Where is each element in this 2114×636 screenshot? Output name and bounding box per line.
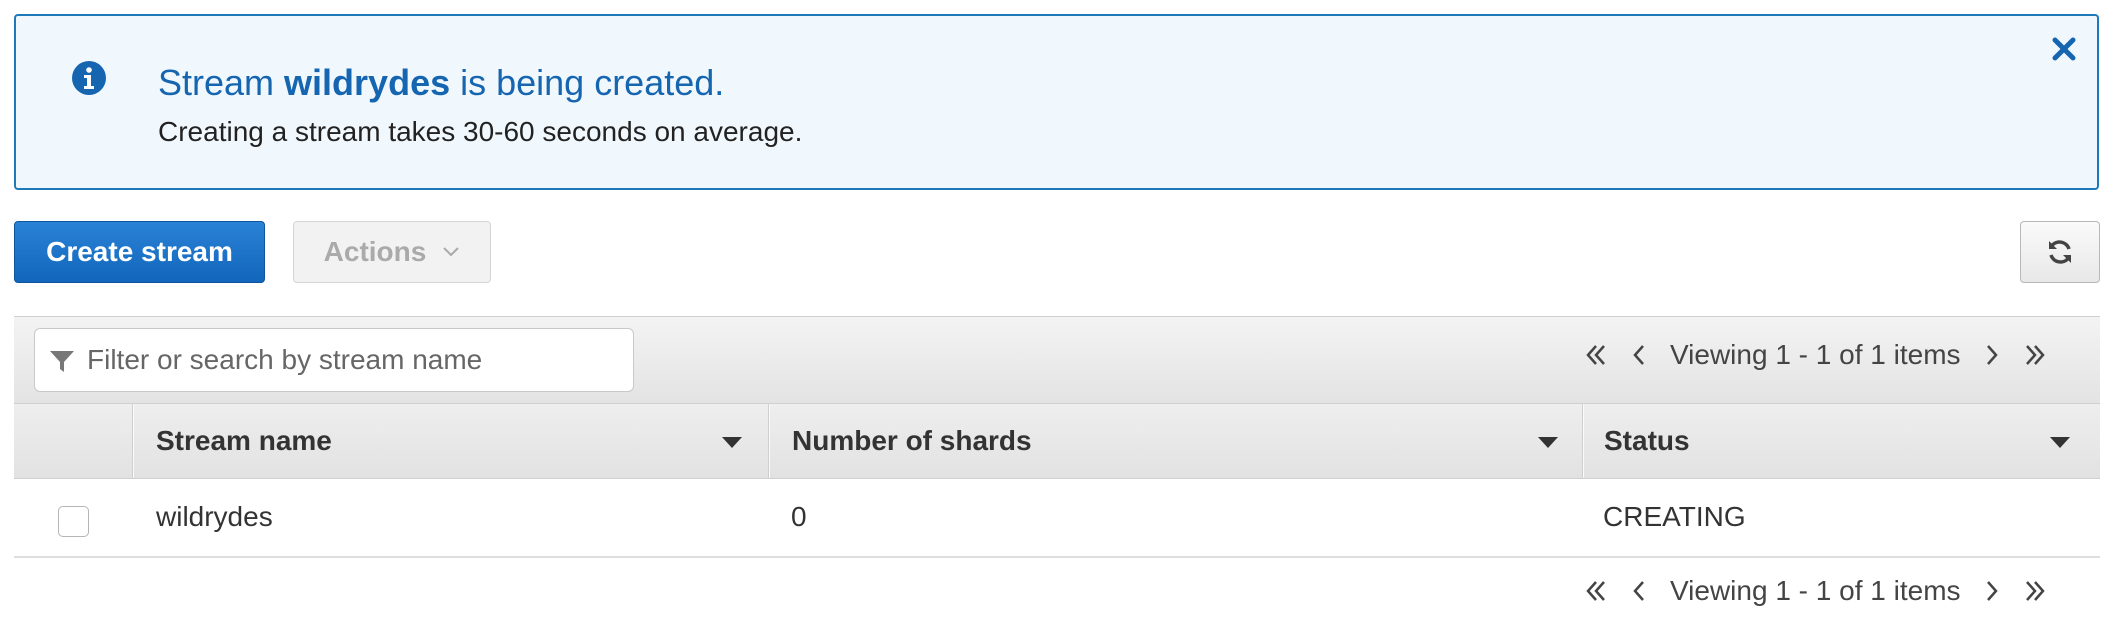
column-divider (132, 404, 134, 478)
pagination-bottom: Viewing 1 - 1 of 1 items (1574, 571, 2057, 611)
pagination-text: Viewing 1 - 1 of 1 items (1670, 575, 1961, 606)
actions-dropdown-button[interactable]: Actions (293, 221, 491, 283)
banner-title-suffix: is being created. (450, 62, 725, 103)
info-circle-icon (72, 61, 106, 95)
sort-caret-icon[interactable] (1538, 437, 1558, 448)
filter-input[interactable] (85, 337, 615, 383)
sort-caret-icon[interactable] (722, 437, 742, 448)
column-header-shards[interactable]: Number of shards (792, 404, 1032, 478)
create-stream-label: Create stream (46, 236, 233, 267)
filter-box[interactable] (34, 328, 634, 392)
last-page-icon[interactable] (2013, 571, 2057, 611)
banner-subtitle: Creating a stream takes 30-60 seconds on… (158, 116, 803, 147)
first-page-icon[interactable] (1574, 571, 1618, 611)
cell-shards: 0 (791, 501, 807, 532)
previous-page-icon[interactable] (1618, 571, 1662, 611)
refresh-button[interactable] (2020, 221, 2100, 283)
close-icon[interactable] (2049, 34, 2079, 64)
column-header-status[interactable]: Status (1604, 404, 1690, 478)
next-page-icon[interactable] (1969, 571, 2013, 611)
banner-title: Stream wildrydes is being created. (158, 62, 724, 104)
pagination-top: Viewing 1 - 1 of 1 items (1574, 335, 2057, 375)
column-header-stream-name[interactable]: Stream name (156, 404, 332, 478)
previous-page-icon[interactable] (1618, 335, 1662, 375)
table-toolbar: Viewing 1 - 1 of 1 items (14, 316, 2100, 404)
column-divider (768, 404, 770, 478)
last-page-icon[interactable] (2013, 335, 2057, 375)
next-page-icon[interactable] (1969, 335, 2013, 375)
banner-title-prefix: Stream (158, 62, 285, 103)
info-banner: Stream wildrydes is being created. Creat… (14, 14, 2099, 190)
first-page-icon[interactable] (1574, 335, 1618, 375)
banner-stream-name: wildrydes (284, 62, 451, 103)
table-header: Stream name Number of shards Status (14, 403, 2100, 479)
cell-stream-name[interactable]: wildrydes (156, 501, 273, 533)
cell-status: CREATING (1603, 501, 1746, 532)
chevron-down-icon (443, 247, 460, 257)
pagination-text: Viewing 1 - 1 of 1 items (1670, 339, 1961, 370)
sort-caret-icon[interactable] (2050, 437, 2070, 448)
table-row[interactable]: wildrydes 0 CREATING (14, 479, 2100, 558)
actions-label: Actions (323, 236, 427, 267)
refresh-icon (2049, 240, 2071, 264)
row-checkbox[interactable] (58, 506, 89, 537)
column-divider (1582, 404, 1584, 478)
create-stream-button[interactable]: Create stream (14, 221, 265, 283)
filter-icon (50, 351, 74, 372)
